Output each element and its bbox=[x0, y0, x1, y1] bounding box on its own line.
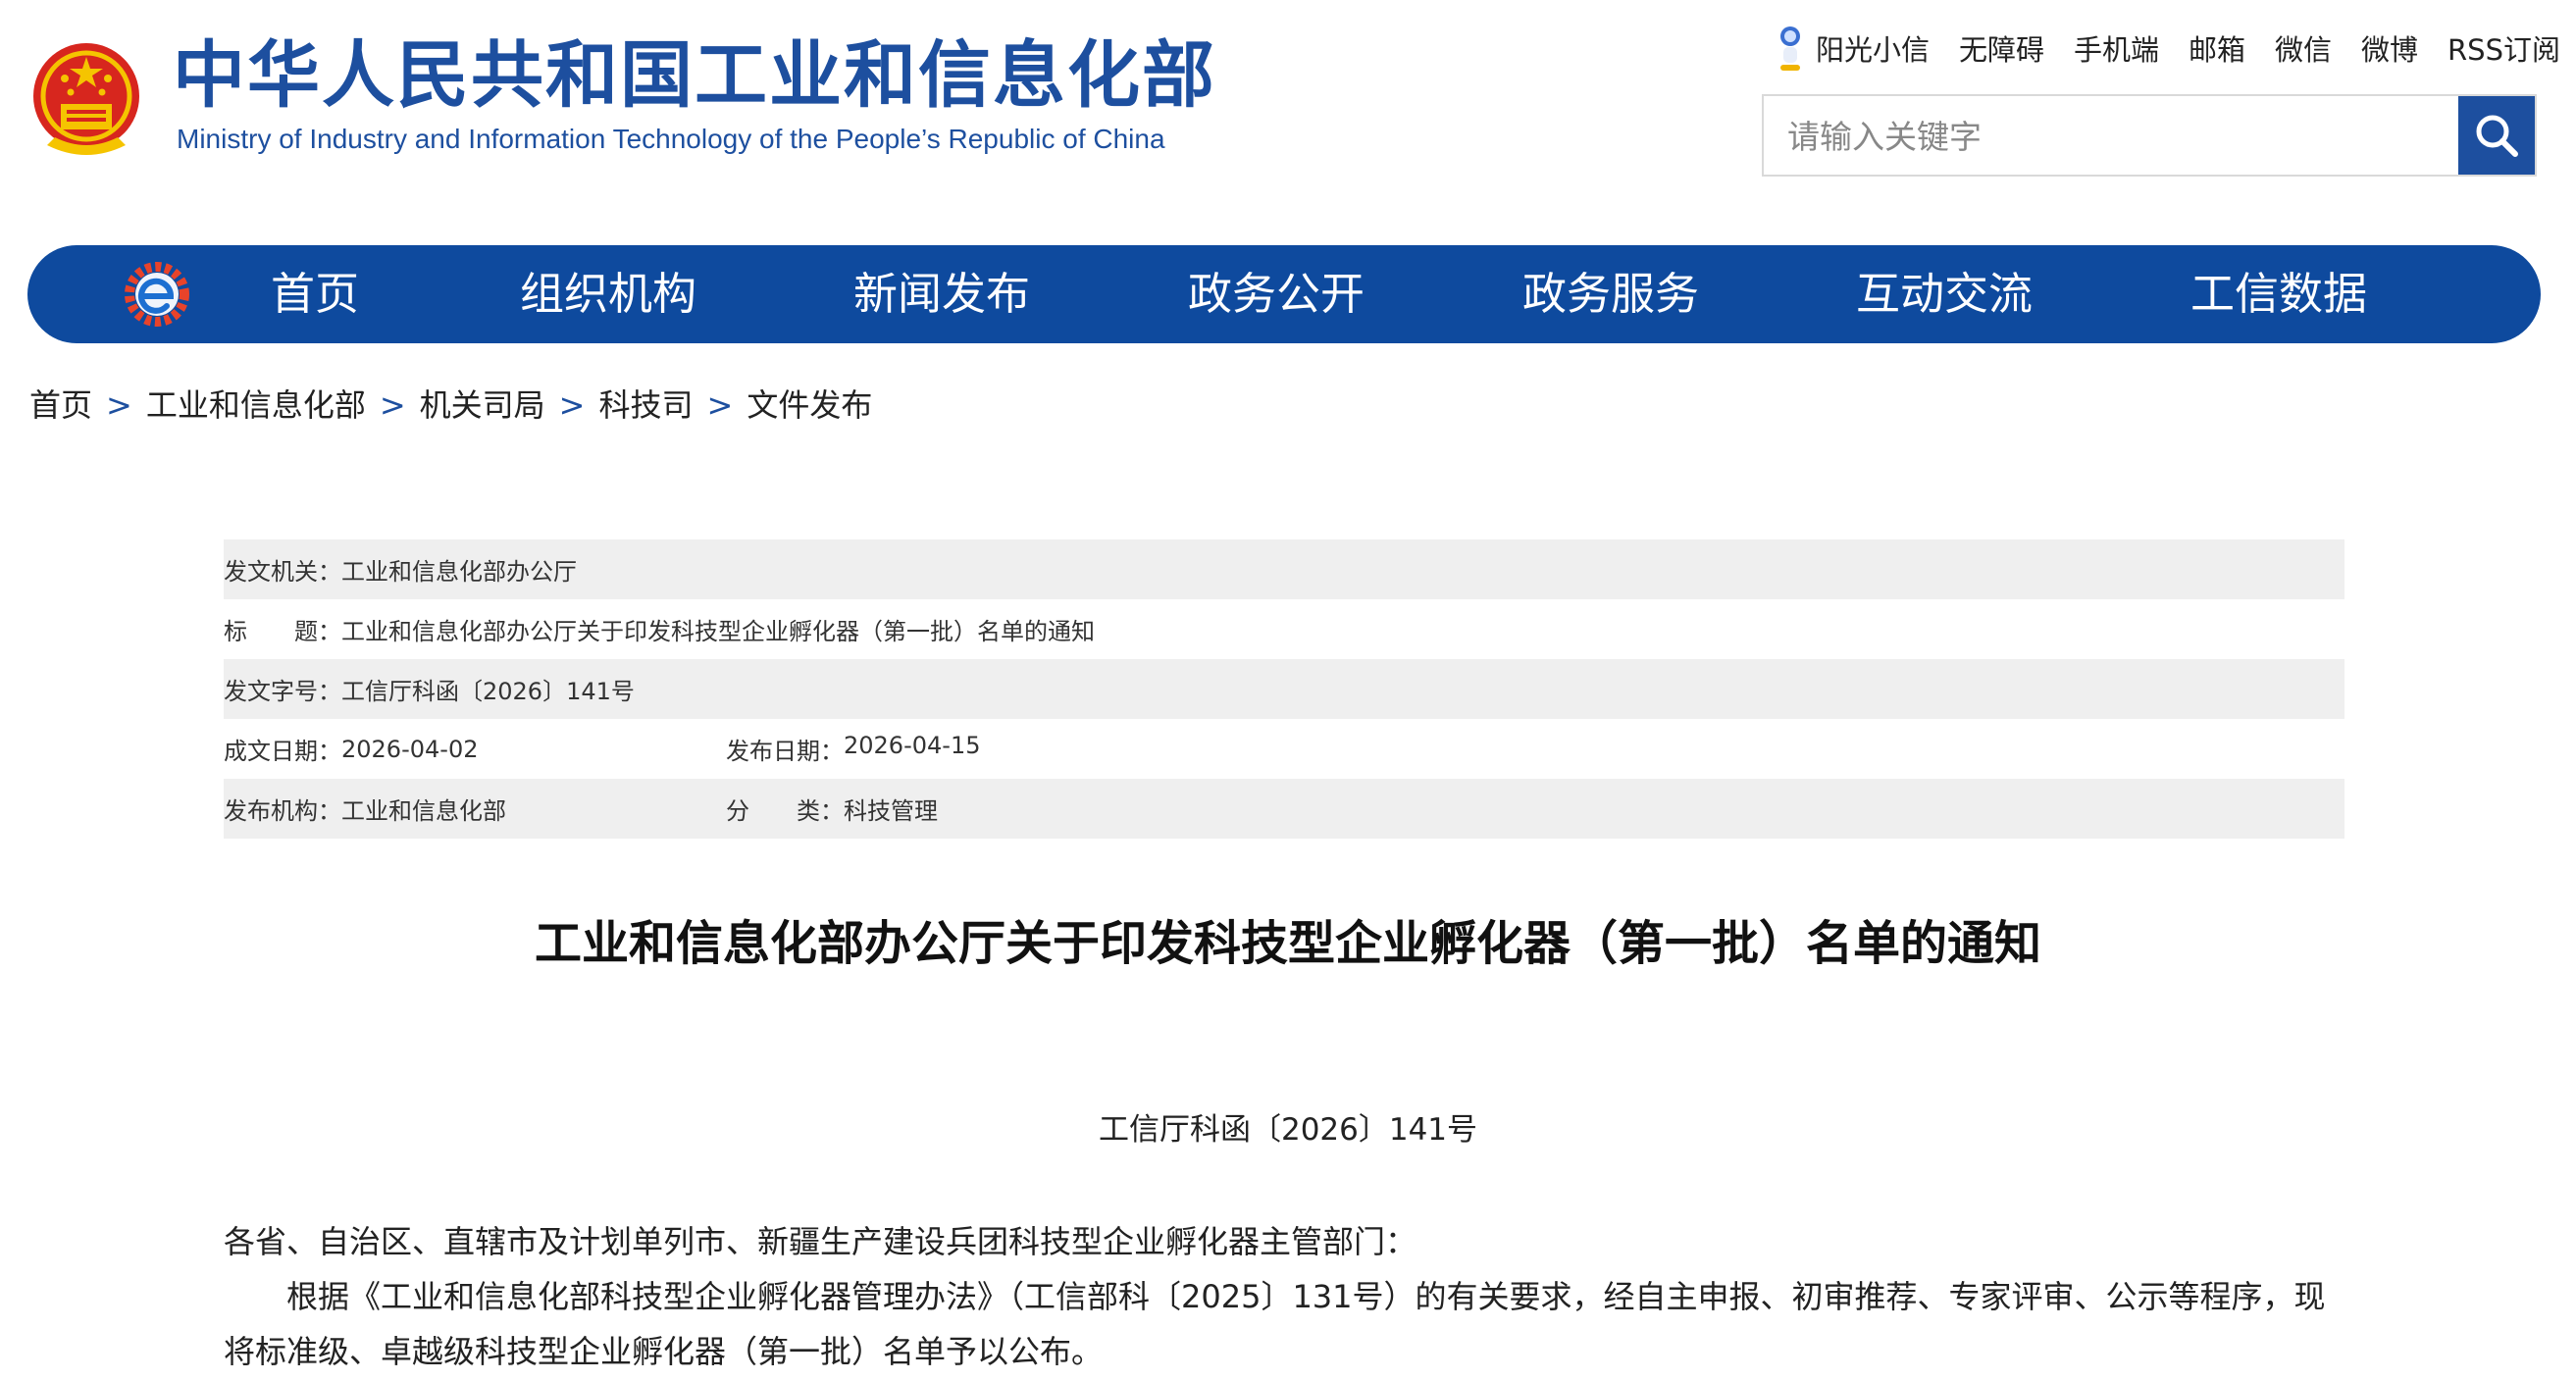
top-link-wechat[interactable]: 微信 bbox=[2275, 27, 2332, 69]
meta-label: 分 类： bbox=[726, 797, 844, 825]
meta-row-title: 标 题： 工业和信息化部办公厅关于印发科技型企业孵化器（第一批）名单的通知 bbox=[224, 599, 2344, 659]
search-input[interactable] bbox=[1766, 98, 2476, 175]
meta-label: 发文机关： bbox=[224, 558, 341, 586]
document-title: 工业和信息化部办公厅关于印发科技型企业孵化器（第一批）名单的通知 bbox=[534, 916, 2041, 971]
document-meta-table: 发文机关： 工业和信息化部办公厅 标 题： 工业和信息化部办公厅关于印发科技型企… bbox=[224, 539, 2344, 839]
breadcrumb-documents[interactable]: 文件发布 bbox=[747, 386, 872, 424]
meta-col-category: 分 类： 科技管理 bbox=[726, 792, 938, 826]
mascot-icon bbox=[1779, 26, 1800, 71]
meta-value-title: 工业和信息化部办公厅关于印发科技型企业孵化器（第一批）名单的通知 bbox=[341, 618, 1095, 645]
top-link-accessibility[interactable]: 无障碍 bbox=[1959, 27, 2044, 69]
meta-value-published-date: 2026-04-15 bbox=[844, 732, 981, 759]
gear-e-logo-icon[interactable] bbox=[124, 261, 190, 328]
meta-col-published: 发布日期： 2026-04-15 bbox=[726, 732, 980, 766]
meta-label: 发文字号： bbox=[224, 678, 341, 705]
top-link-rss[interactable]: RSS订阅 bbox=[2447, 27, 2560, 69]
top-links: 阳光小信 无障碍 手机端 邮箱 微信 微博 RSS订阅 bbox=[1775, 24, 2560, 73]
meta-row-agency: 发布机构： 工业和信息化部 分 类： 科技管理 bbox=[224, 779, 2344, 839]
nav-item-gov-affairs[interactable]: 政务公开 bbox=[1188, 245, 1365, 343]
breadcrumb-separator: > bbox=[379, 386, 406, 424]
breadcrumb-separator: > bbox=[106, 386, 132, 424]
breadcrumb: 首页 > 工业和信息化部 > 机关司局 > 科技司 > 文件发布 bbox=[29, 381, 872, 426]
breadcrumb-home[interactable]: 首页 bbox=[29, 386, 92, 424]
meta-row-issuer: 发文机关： 工业和信息化部办公厅 bbox=[224, 539, 2344, 599]
meta-value-written-date: 2026-04-02 bbox=[341, 735, 479, 763]
breadcrumb-separator: > bbox=[558, 386, 586, 424]
site-title-en[interactable]: Ministry of Industry and Information Tec… bbox=[177, 124, 1165, 155]
meta-label: 发布日期： bbox=[726, 738, 844, 765]
document-number: 工信厅科函〔2026〕141号 bbox=[1098, 1112, 1478, 1148]
search-box bbox=[1762, 94, 2537, 177]
top-link-mail[interactable]: 邮箱 bbox=[2189, 27, 2245, 69]
top-link-mobile[interactable]: 手机端 bbox=[2074, 27, 2159, 69]
search-button[interactable] bbox=[2458, 96, 2535, 175]
breadcrumb-science-dept[interactable]: 科技司 bbox=[598, 386, 693, 424]
top-link-weibo[interactable]: 微博 bbox=[2361, 27, 2418, 69]
meta-value-agency: 工业和信息化部 bbox=[341, 797, 506, 825]
nav-item-data[interactable]: 工信数据 bbox=[2190, 245, 2367, 343]
breadcrumb-departments[interactable]: 机关司局 bbox=[420, 386, 545, 424]
breadcrumb-separator: > bbox=[706, 386, 734, 424]
meta-value-category: 科技管理 bbox=[844, 797, 938, 825]
main-nav: 首页 组织机构 新闻发布 政务公开 政务服务 互动交流 工信数据 bbox=[27, 245, 2541, 343]
meta-value-issuer: 工业和信息化部办公厅 bbox=[341, 558, 577, 586]
search-icon bbox=[2476, 115, 2518, 157]
nav-item-news[interactable]: 新闻发布 bbox=[853, 245, 1030, 343]
top-link-sunshine[interactable]: 阳光小信 bbox=[1775, 24, 1930, 73]
meta-row-docno: 发文字号： 工信厅科函〔2026〕141号 bbox=[224, 659, 2344, 719]
national-emblem-icon[interactable] bbox=[27, 35, 145, 165]
nav-item-home[interactable]: 首页 bbox=[271, 245, 359, 343]
meta-value-docno: 工信厅科函〔2026〕141号 bbox=[341, 678, 635, 705]
nav-item-gov-services[interactable]: 政务服务 bbox=[1522, 245, 1699, 343]
meta-row-dates: 成文日期： 2026-04-02 发布日期： 2026-04-15 bbox=[224, 719, 2344, 779]
meta-label: 标 题： bbox=[224, 618, 341, 645]
breadcrumb-miit[interactable]: 工业和信息化部 bbox=[146, 386, 366, 424]
top-link-label: 阳光小信 bbox=[1815, 33, 1930, 67]
meta-label: 成文日期： bbox=[224, 738, 341, 765]
document-paragraph: 根据《工业和信息化部科技型企业孵化器管理办法》（工信部科〔2025〕131号）的… bbox=[224, 1278, 2326, 1370]
nav-item-interaction[interactable]: 互动交流 bbox=[1856, 245, 2033, 343]
meta-label: 发布机构： bbox=[224, 797, 341, 825]
nav-item-organization[interactable]: 组织机构 bbox=[520, 245, 696, 343]
site-title[interactable]: 中华人民共和国工业和信息化部 bbox=[173, 31, 1216, 120]
document-salutation: 各省、自治区、直辖市及计划单列市、新疆生产建设兵团科技型企业孵化器主管部门： bbox=[224, 1223, 1417, 1260]
